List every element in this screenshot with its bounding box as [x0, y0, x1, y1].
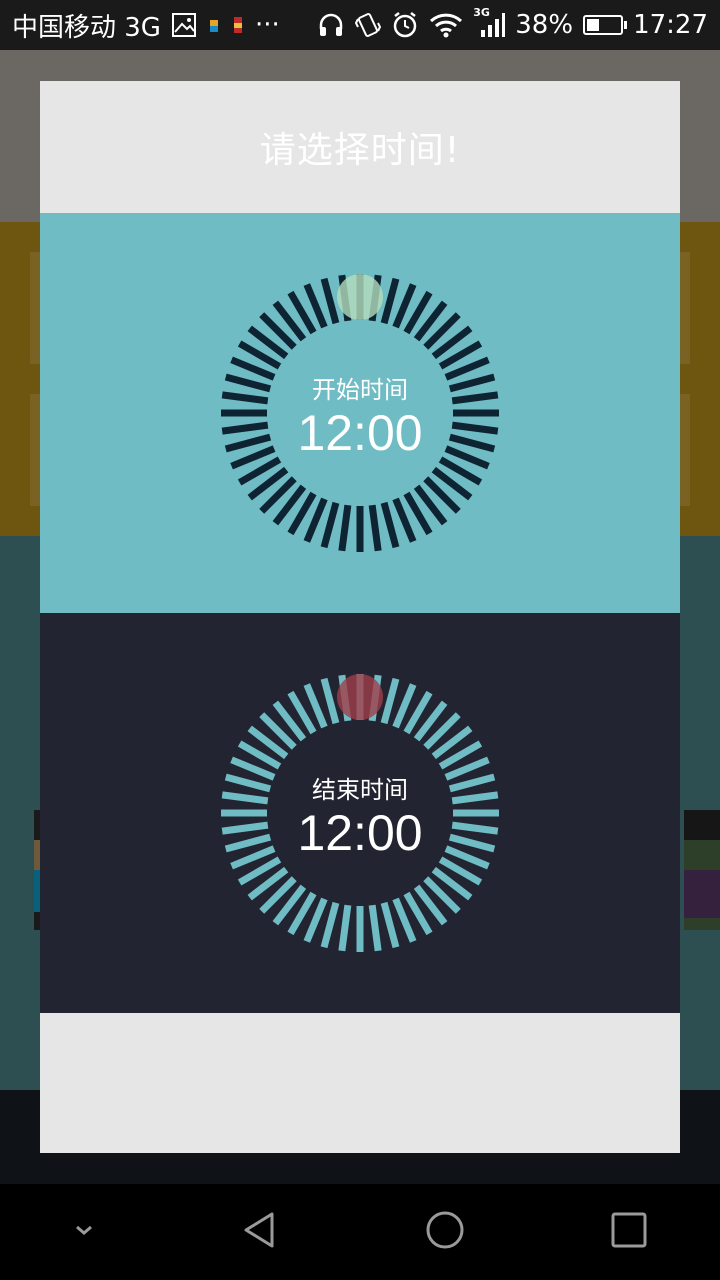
carrier-label: 中国移动 3G	[12, 12, 161, 43]
end-time-panel: 结束时间 12:00	[40, 613, 680, 1013]
background-thumbnail	[684, 810, 720, 930]
start-time-panel: 开始时间 12:00	[40, 213, 680, 613]
wifi-icon	[429, 10, 463, 40]
end-time-value: 12:00	[297, 805, 423, 861]
battery-percent: 38%	[515, 10, 574, 40]
clock: 17:27	[633, 10, 708, 40]
status-right: 3G 38% 17:27	[317, 6, 708, 40]
dialog-footer	[40, 1013, 680, 1153]
image-icon	[171, 10, 197, 40]
alarm-icon	[391, 10, 419, 40]
app-icon	[231, 10, 245, 40]
start-time-label: 开始时间	[312, 376, 408, 404]
signal-icon: 3G	[473, 6, 506, 40]
time-picker-dialog: 请选择时间! 开始时间 12:00 结束时间 12:00	[40, 81, 680, 1153]
battery-fill	[587, 19, 600, 31]
vibrate-icon	[355, 10, 382, 40]
start-time-center: 开始时间 12:00	[220, 273, 500, 553]
headphones-icon	[317, 10, 345, 40]
battery-icon	[583, 15, 628, 35]
status-left: 中国移动 3G ···	[12, 7, 280, 44]
dialog-title: 请选择时间!	[259, 130, 461, 171]
recents-icon[interactable]	[610, 1211, 648, 1253]
app-icon	[207, 10, 221, 40]
end-time-label: 结束时间	[312, 776, 408, 804]
home-icon[interactable]	[424, 1209, 466, 1255]
screen: 中国移动 3G ··· 3G 38% 17:27 请选择时间! 开始时间 12:…	[0, 0, 720, 1280]
start-time-value: 12:00	[297, 405, 423, 461]
network-type: 3G	[473, 6, 490, 19]
back-icon[interactable]	[240, 1210, 280, 1254]
chevron-down-icon[interactable]	[72, 1218, 96, 1246]
end-time-center: 结束时间 12:00	[220, 673, 500, 953]
navigation-bar	[0, 1184, 720, 1280]
overflow-indicator: ···	[254, 10, 280, 40]
status-bar: 中国移动 3G ··· 3G 38% 17:27	[0, 0, 720, 50]
